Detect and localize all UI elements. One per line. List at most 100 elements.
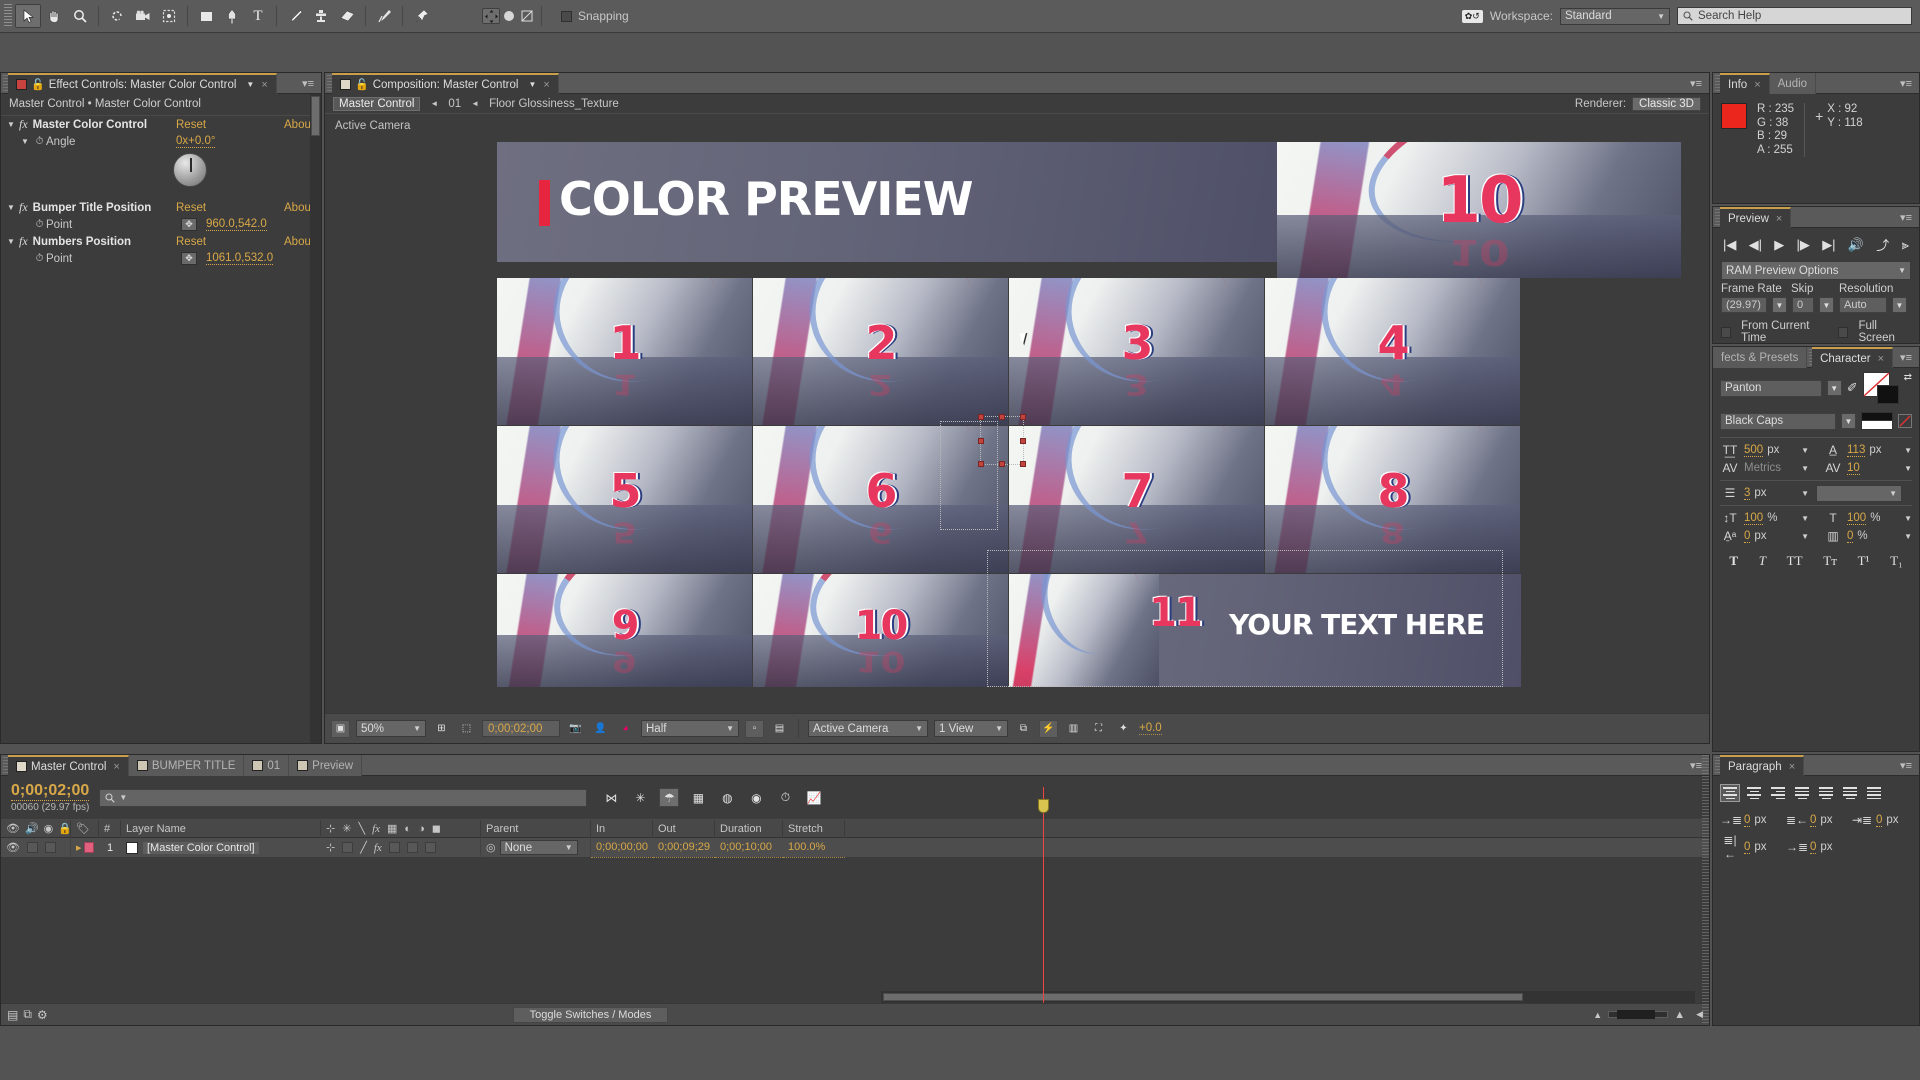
close-icon[interactable]: × xyxy=(1789,761,1795,773)
skip-value[interactable]: 0 xyxy=(1792,297,1814,313)
close-icon[interactable]: × xyxy=(543,79,549,91)
play-button[interactable]: ▶ xyxy=(1774,237,1784,253)
chevron-down-icon[interactable]: ▼ xyxy=(1841,413,1856,429)
font-family-select[interactable]: Panton xyxy=(1720,379,1822,397)
panel-menu-icon[interactable]: ▾≡ xyxy=(1893,207,1919,227)
black-preset-swatch[interactable] xyxy=(1861,412,1893,421)
panel-grip[interactable] xyxy=(1713,207,1720,227)
zoom-slider-track[interactable] xyxy=(1608,1010,1669,1019)
breadcrumb-item-0[interactable]: Master Control xyxy=(333,96,421,111)
pan-behind-tool[interactable] xyxy=(156,4,182,28)
space-after-field[interactable]: →≣ 0 px xyxy=(1786,833,1846,861)
disclosure-triangle-icon[interactable]: ▼ xyxy=(7,120,19,129)
puppet-pin-tool[interactable] xyxy=(408,4,434,28)
indent-first-line-field[interactable]: ⇥≣ 0 px xyxy=(1852,813,1912,827)
indent-left-field[interactable]: →≣ 0 px xyxy=(1720,813,1780,827)
panel-menu-icon[interactable]: ▾≡ xyxy=(1893,347,1919,367)
frame-rate-value[interactable]: (29.97) xyxy=(1721,297,1767,313)
chevron-down-icon[interactable]: ▼ xyxy=(1801,532,1809,541)
brainstorm-icon[interactable]: ◉ xyxy=(746,788,766,807)
workspace-switch-icon[interactable]: ✿↺ xyxy=(1461,9,1483,23)
justify-all-button[interactable] xyxy=(1864,784,1884,802)
tab-composition[interactable]: 🔓 Composition: Master Control ▼ × xyxy=(332,73,559,94)
selection-handle[interactable] xyxy=(978,414,984,420)
parent-pickwhip-icon[interactable]: ◎ xyxy=(486,841,496,854)
horizontal-scale-field[interactable]: T 100 % ▼ xyxy=(1816,509,1919,527)
chevron-down-icon[interactable]: ▼ xyxy=(1904,532,1912,541)
transparency-grid-icon[interactable]: ▤ xyxy=(770,720,789,738)
chevron-down-icon[interactable]: ▼ xyxy=(1892,297,1907,313)
close-icon[interactable]: × xyxy=(1754,79,1760,91)
baseline-shift-field[interactable]: A̱ᵃ 0 px ▼ xyxy=(1713,527,1816,545)
current-time-display[interactable]: 0;00;02;00 00060 (29.97 fps) xyxy=(1,782,99,813)
layer-name-column[interactable]: Layer Name xyxy=(121,819,321,838)
chevron-down-icon[interactable]: ▼ xyxy=(1819,297,1834,313)
lock-icon[interactable]: 🔒 xyxy=(58,822,72,835)
hand-tool[interactable] xyxy=(41,4,67,28)
composition-mini-flowchart-icon[interactable]: ⋈ xyxy=(601,788,621,807)
panel-grip[interactable] xyxy=(1,73,8,93)
selection-tool[interactable] xyxy=(15,4,41,28)
stopwatch-icon[interactable]: ⏱ xyxy=(33,253,46,264)
tab-effects-presets[interactable]: fects & Presets xyxy=(1713,347,1808,368)
solo-toggle[interactable] xyxy=(44,842,56,853)
workspace-select[interactable]: Standard ▼ xyxy=(1560,7,1670,25)
zoom-select[interactable]: 50% ▼ xyxy=(356,720,426,737)
panel-menu-icon[interactable]: ▾≡ xyxy=(1893,73,1919,93)
toggle-switches-modes-button[interactable]: Toggle Switches / Modes xyxy=(512,1006,669,1023)
region-of-interest-toggle[interactable]: ▫ xyxy=(745,719,764,738)
pen-tool[interactable] xyxy=(219,4,245,28)
adjustment-toggle[interactable] xyxy=(424,842,436,853)
brush-tool[interactable] xyxy=(282,4,308,28)
motion-blur-icon[interactable]: ◍ xyxy=(717,788,737,807)
playhead-line[interactable] xyxy=(1043,787,1044,1003)
tab-paragraph[interactable]: Paragraph × xyxy=(1720,755,1805,776)
toggle-modes-icon[interactable]: ⚙ xyxy=(37,1008,48,1022)
point-value[interactable]: 960.0,542.0 xyxy=(206,218,267,231)
snapping-control[interactable]: Snapping xyxy=(561,9,629,23)
tracking-value[interactable]: 10 xyxy=(1847,462,1860,475)
region-of-interest-icon[interactable]: ⬚ xyxy=(457,720,476,738)
show-snapshot-icon[interactable]: 👤 xyxy=(591,720,610,738)
audio-button[interactable]: 🔊 xyxy=(1848,237,1864,253)
motion-blur-toggle[interactable] xyxy=(406,842,418,853)
camera-select[interactable]: Active Camera ▼ xyxy=(808,720,928,737)
panel-grip[interactable] xyxy=(1,755,8,775)
layer-name-cell[interactable]: [Master Color Control] xyxy=(121,838,321,858)
channels-icon[interactable]: ◕ xyxy=(616,720,635,738)
reset-exposure-icon[interactable]: ✦ xyxy=(1114,720,1133,738)
resolution-region-icon[interactable]: ⊞ xyxy=(432,720,451,738)
last-frame-button[interactable]: ▶| xyxy=(1822,237,1835,253)
snapshot-icon[interactable]: 📷 xyxy=(566,720,585,738)
kerning-value[interactable]: Metrics xyxy=(1744,462,1781,474)
magnification-icon[interactable]: ▣ xyxy=(331,719,350,738)
property-angle[interactable]: ▼ ⏱ Angle 0x+0.0° xyxy=(1,133,321,150)
comp-flowchart-icon[interactable]: ▤ xyxy=(7,1008,18,1022)
stopwatch-icon[interactable]: ⏱ xyxy=(33,136,46,147)
previous-frame-button[interactable]: ◀| xyxy=(1749,237,1762,253)
layer-out-point[interactable]: 0;00;09;29 xyxy=(653,838,715,858)
kerning-field[interactable]: AV Metrics ▼ xyxy=(1713,459,1816,477)
timeline-zoom-slider[interactable]: ▲ ▲ xyxy=(1593,1009,1685,1021)
hide-shy-layers-icon[interactable]: ☂ xyxy=(659,788,680,807)
space-before-field[interactable]: ≣|← 0 px xyxy=(1720,833,1780,861)
superscript-button[interactable]: T¹ xyxy=(1858,553,1870,569)
shy-toggle[interactable]: ⊹ xyxy=(326,841,335,854)
lock-icon[interactable]: 🔓 xyxy=(31,78,45,91)
selection-handle[interactable] xyxy=(978,437,984,444)
close-icon[interactable]: × xyxy=(1776,213,1782,225)
stroke-color-swatch[interactable] xyxy=(1876,385,1899,404)
layer-label-cell[interactable]: ▶ xyxy=(71,838,99,858)
reset-link[interactable]: Reset xyxy=(176,119,206,131)
panel-menu-icon[interactable]: ▾≡ xyxy=(1893,755,1919,775)
tab-01[interactable]: 01 xyxy=(244,755,290,776)
full-screen-checkbox[interactable] xyxy=(1838,326,1849,338)
layer-switches-icon[interactable]: ⧉ xyxy=(23,1007,32,1022)
timeline-icon[interactable]: ▥ xyxy=(1064,720,1083,738)
faux-italic-button[interactable]: T xyxy=(1759,553,1766,569)
panel-menu-icon[interactable]: ▾≡ xyxy=(295,73,321,93)
effect-numbers-position[interactable]: ▼ fx Numbers Position Reset Abou xyxy=(1,233,321,250)
reset-link[interactable]: Reset xyxy=(176,202,206,214)
layer-selection-handles-box[interactable] xyxy=(978,414,1026,467)
swap-colors-icon[interactable]: ⇄ xyxy=(1904,372,1912,383)
